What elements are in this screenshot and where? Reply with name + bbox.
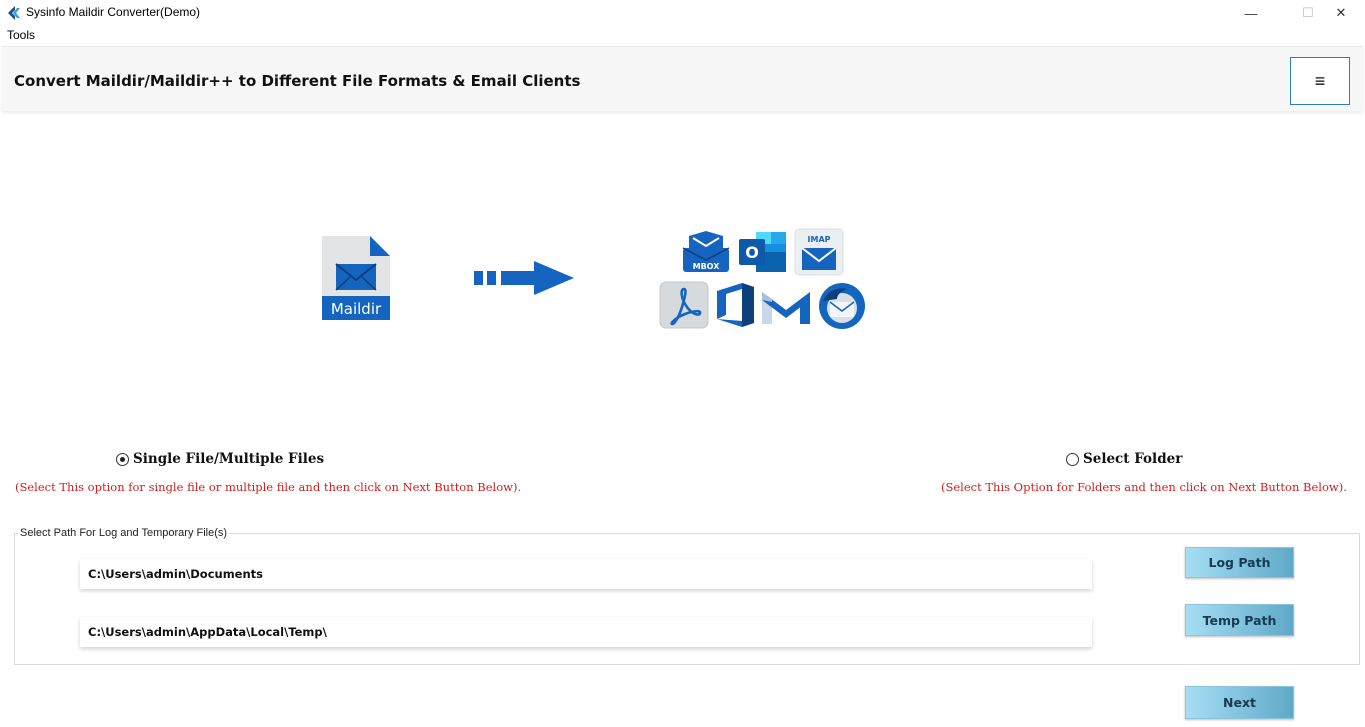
single-file-label: Single File/Multiple Files [133, 451, 325, 467]
log-path-button[interactable]: Log Path [1185, 547, 1294, 578]
imap-icon: IMAP [794, 228, 844, 276]
temp-path-button[interactable]: Temp Path [1185, 604, 1294, 636]
next-button[interactable]: Next [1185, 686, 1294, 719]
select-folder-hint: (Select This Option for Folders and then… [941, 480, 1347, 494]
log-path-field[interactable]: C:\Users\admin\Documents [80, 559, 1092, 589]
single-file-radio[interactable] [116, 452, 129, 466]
header-banner: Convert Maildir/Maildir++ to Different F… [2, 46, 1363, 111]
select-folder-radio[interactable] [1066, 452, 1079, 466]
single-file-hint: (Select This option for single file or m… [15, 480, 522, 494]
office365-icon [717, 283, 754, 327]
thunderbird-icon [819, 283, 865, 329]
app-logo-icon [8, 6, 20, 20]
gmail-icon [762, 292, 810, 324]
close-button[interactable]: ✕ [1318, 0, 1364, 26]
path-group-label: Select Path For Log and Temporary File(s… [18, 527, 230, 539]
hamburger-menu-button[interactable]: ≡ [1290, 57, 1350, 105]
radio-selected-dot [120, 456, 125, 462]
select-folder-label: Select Folder [1083, 451, 1183, 467]
page-title: Convert Maildir/Maildir++ to Different F… [14, 72, 581, 90]
pdf-icon [659, 281, 709, 329]
mbox-icon: MBOX [682, 231, 730, 272]
mbox-label: MBOX [693, 262, 721, 271]
outlook-letter: O [745, 243, 759, 262]
window-title: Sysinfo Maildir Converter(Demo) [26, 5, 201, 19]
single-file-option[interactable]: Single File/Multiple Files [116, 451, 324, 467]
menu-bar: Tools [0, 26, 1365, 44]
arrow-right-icon [474, 261, 574, 295]
minimize-button[interactable]: — [1228, 0, 1274, 26]
temp-path-field[interactable]: C:\Users\admin\AppData\Local\Temp\ [80, 617, 1092, 647]
select-folder-option[interactable]: Select Folder [1066, 451, 1182, 467]
maildir-file-icon: Maildir [322, 236, 390, 320]
maildir-label: Maildir [331, 300, 382, 318]
hamburger-icon: ≡ [1314, 70, 1326, 91]
title-bar: Sysinfo Maildir Converter(Demo) — ☐ ✕ [0, 0, 1365, 26]
outlook-icon: O [739, 232, 786, 272]
menu-tools[interactable]: Tools [7, 28, 35, 42]
imap-label: IMAP [808, 235, 831, 244]
